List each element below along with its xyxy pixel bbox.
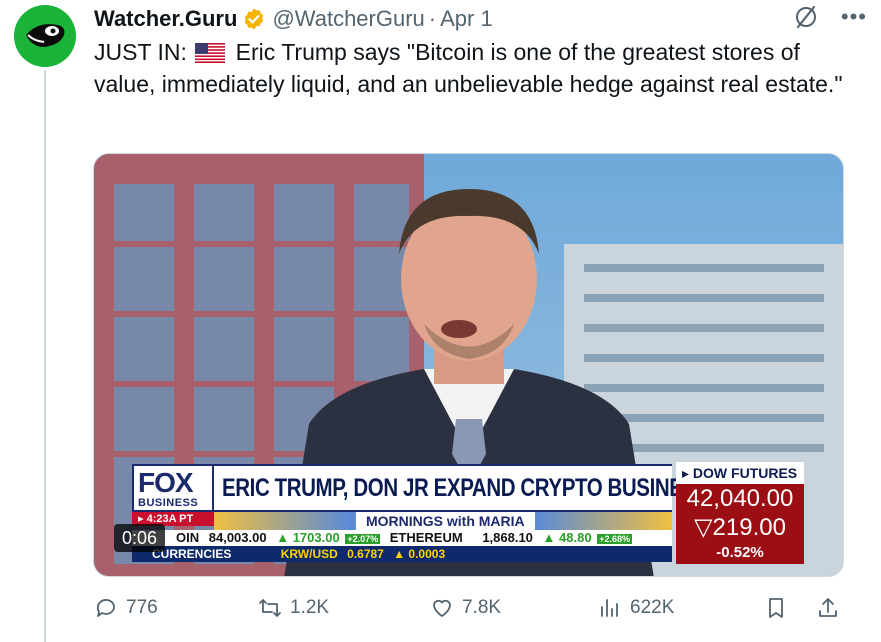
network-sub-text: BUSINESS [138, 497, 199, 509]
author-avatar[interactable] [14, 5, 76, 67]
ticker-eth-value: 1,868.10 [482, 530, 533, 545]
ticker-coin-value: 84,003.00 [208, 530, 267, 545]
ticker-eth-pct: +2.68% [597, 534, 632, 544]
like-count: 7.8K [462, 597, 502, 618]
thread-line [44, 70, 46, 642]
network-logo: FOX BUSINESS [132, 464, 214, 512]
share-button[interactable] [816, 596, 848, 620]
ticker-pair-change: ▲ 0.0003 [393, 547, 446, 561]
repost-button[interactable]: 1.2K [258, 596, 329, 620]
verified-badge-icon [245, 8, 264, 30]
show-name: MORNINGS with MARIA [356, 512, 535, 530]
dow-change: ▽219.00 [676, 514, 804, 542]
tweet-actions: 776 1.2K 7.8K 622K [94, 596, 854, 628]
ticker-pair: KRW/USD [280, 547, 338, 561]
watcher-guru-logo-icon [14, 5, 76, 67]
views-icon [601, 599, 618, 617]
views-count: 622K [630, 597, 675, 618]
reply-count: 776 [126, 597, 158, 618]
views-button[interactable]: 622K [598, 596, 674, 620]
show-bar: MORNINGS with MARIA [214, 512, 672, 530]
ticker-coin-change: ▲ 1703.00 [276, 530, 340, 545]
author-name[interactable]: Watcher.Guru [94, 6, 237, 32]
like-button[interactable]: 7.8K [430, 596, 501, 620]
author-handle[interactable]: @WatcherGuru [272, 6, 424, 32]
tweet-date[interactable]: Apr 1 [440, 6, 493, 32]
dow-title: ▸ DOW FUTURES [676, 462, 804, 484]
video-player[interactable]: FOX BUSINESS ▸ 4:23A PT ERIC TRUMP, DON … [93, 153, 844, 577]
ticker-coin-label: OIN [176, 530, 200, 545]
grok-icon[interactable] [793, 4, 819, 30]
reply-icon [96, 599, 115, 617]
dow-pct: -0.52% [676, 542, 804, 564]
ticker-coin-pct: +2.07% [345, 534, 381, 544]
tweet-text: JUST IN: Eric Trump says "Bitcoin is one… [94, 36, 864, 100]
header-separator: · [428, 6, 437, 31]
share-icon [819, 598, 837, 617]
dow-futures-box: ▸ DOW FUTURES 42,040.00 ▽219.00 -0.52% [676, 462, 804, 564]
more-icon[interactable]: ••• [841, 4, 867, 30]
ticker-eth-label: ETHEREUM [389, 530, 463, 545]
bookmark-icon [769, 598, 783, 618]
headline-box: ERIC TRUMP, DON JR EXPAND CRYPTO BUSINES… [214, 464, 709, 512]
bookmark-button[interactable] [764, 596, 796, 620]
repost-icon [259, 599, 281, 617]
tweet-text-prefix: JUST IN: [94, 39, 187, 65]
news-chyron: FOX BUSINESS ▸ 4:23A PT ERIC TRUMP, DON … [132, 464, 709, 564]
us-flag-icon [195, 43, 226, 63]
tweet-header: Watcher.Guru @WatcherGuru · Apr 1 ••• [94, 4, 871, 34]
network-logo-text: FOX [138, 467, 194, 498]
repost-count: 1.2K [290, 597, 330, 618]
heart-icon [433, 599, 451, 617]
header-actions: ••• [793, 4, 867, 30]
chyron-headline: ERIC TRUMP, DON JR EXPAND CRYPTO BUSINES… [222, 474, 710, 502]
ticker-currencies: CURRENCIES KRW/USD 0.6787 ▲ 0.0003 [132, 546, 672, 562]
ticker-crypto: OIN 84,003.00 ▲ 1703.00 +2.07% ETHEREUM … [132, 530, 672, 546]
ticker-pair-value: 0.6787 [347, 547, 384, 561]
dow-value: 42,040.00 [676, 484, 804, 514]
reply-button[interactable]: 776 [94, 596, 158, 620]
ticker-eth-change: ▲ 48.80 [542, 530, 592, 545]
video-timecode: 0:06 [114, 524, 166, 552]
